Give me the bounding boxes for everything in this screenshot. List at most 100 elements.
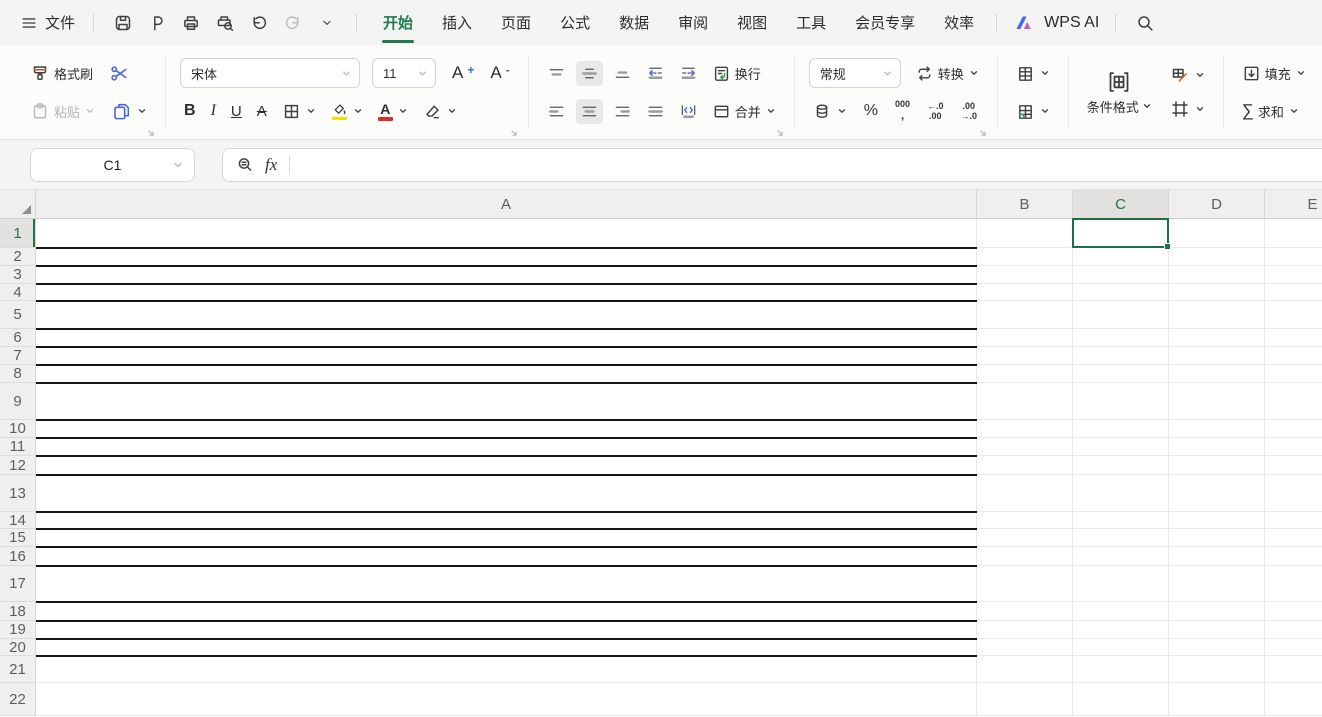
bold-button[interactable]: B: [180, 100, 200, 122]
cell-B1[interactable]: [977, 219, 1073, 248]
cell-A21[interactable]: [36, 656, 977, 683]
cell-A20[interactable]: [36, 639, 977, 656]
cell-C1[interactable]: [1073, 219, 1169, 248]
cell-D3[interactable]: [1169, 266, 1265, 284]
cell-C22[interactable]: [1073, 683, 1169, 716]
cell-B22[interactable]: [977, 683, 1073, 716]
increase-indent-button[interactable]: [675, 61, 702, 86]
cell-D17[interactable]: [1169, 566, 1265, 602]
cell-B3[interactable]: [977, 266, 1073, 284]
cell-B2[interactable]: [977, 248, 1073, 266]
worksheet-button[interactable]: [1012, 99, 1054, 124]
cell-A14[interactable]: [36, 512, 977, 529]
row-header-1[interactable]: 1: [0, 219, 36, 248]
cell-E22[interactable]: [1265, 683, 1322, 716]
search-button[interactable]: [1131, 9, 1159, 37]
cell-A10[interactable]: [36, 420, 977, 438]
thousands-format-button[interactable]: 000 ,: [891, 96, 914, 126]
cell-C14[interactable]: [1073, 512, 1169, 529]
cell-A8[interactable]: [36, 365, 977, 383]
shrink-font-button[interactable]: A-: [486, 60, 513, 86]
row-header-12[interactable]: 12: [0, 456, 36, 475]
tab-page[interactable]: 页面: [491, 8, 541, 37]
cell-C7[interactable]: [1073, 347, 1169, 365]
row-header-22[interactable]: 22: [0, 683, 36, 716]
row-header-8[interactable]: 8: [0, 365, 36, 383]
underline-button[interactable]: U: [227, 101, 246, 122]
tab-formula[interactable]: 公式: [550, 8, 600, 37]
cell-E16[interactable]: [1265, 547, 1322, 566]
increase-decimal-button[interactable]: ←.0 .00: [923, 98, 948, 125]
align-right-button[interactable]: [609, 99, 636, 124]
cell-A19[interactable]: [36, 621, 977, 639]
cell-D4[interactable]: [1169, 284, 1265, 301]
merge-cells-button[interactable]: 合并: [708, 99, 780, 124]
table-style-button[interactable]: [1166, 96, 1209, 122]
cell-B10[interactable]: [977, 420, 1073, 438]
file-menu-button[interactable]: 文件: [14, 8, 81, 37]
cell-B14[interactable]: [977, 512, 1073, 529]
row-header-9[interactable]: 9: [0, 383, 36, 420]
cell-A13[interactable]: [36, 475, 977, 512]
fx-icon[interactable]: fx: [265, 155, 277, 175]
cell-E8[interactable]: [1265, 365, 1322, 383]
cell-B17[interactable]: [977, 566, 1073, 602]
cell-A2[interactable]: [36, 248, 977, 266]
tab-view[interactable]: 视图: [727, 8, 777, 37]
cell-E12[interactable]: [1265, 456, 1322, 475]
borders-button[interactable]: [278, 99, 320, 124]
cell-E6[interactable]: [1265, 329, 1322, 347]
formula-input[interactable]: fx: [222, 148, 1322, 182]
cell-E2[interactable]: [1265, 248, 1322, 266]
cell-C2[interactable]: [1073, 248, 1169, 266]
cell-C5[interactable]: [1073, 301, 1169, 329]
cell-C12[interactable]: [1073, 456, 1169, 475]
cell-D20[interactable]: [1169, 639, 1265, 656]
cell-B7[interactable]: [977, 347, 1073, 365]
cell-E1[interactable]: [1265, 219, 1322, 248]
cell-B11[interactable]: [977, 438, 1073, 456]
cell-C19[interactable]: [1073, 621, 1169, 639]
cell-D9[interactable]: [1169, 383, 1265, 420]
cell-D22[interactable]: [1169, 683, 1265, 716]
column-header-B[interactable]: B: [977, 190, 1073, 219]
text-spacing-button[interactable]: [675, 99, 702, 124]
cell-D13[interactable]: [1169, 475, 1265, 512]
copy-button[interactable]: [107, 98, 151, 125]
row-header-3[interactable]: 3: [0, 266, 36, 284]
cell-A12[interactable]: [36, 456, 977, 475]
cell-C15[interactable]: [1073, 529, 1169, 547]
group-expander-icon[interactable]: [978, 128, 988, 138]
cell-B12[interactable]: [977, 456, 1073, 475]
cell-C13[interactable]: [1073, 475, 1169, 512]
row-header-13[interactable]: 13: [0, 475, 36, 512]
cell-D1[interactable]: [1169, 219, 1265, 248]
group-expander-icon[interactable]: [146, 128, 156, 138]
redo-button[interactable]: [279, 9, 307, 37]
justify-button[interactable]: [642, 99, 669, 124]
cell-B19[interactable]: [977, 621, 1073, 639]
cell-B6[interactable]: [977, 329, 1073, 347]
cell-D19[interactable]: [1169, 621, 1265, 639]
tab-review[interactable]: 审阅: [668, 8, 718, 37]
cell-D2[interactable]: [1169, 248, 1265, 266]
row-header-6[interactable]: 6: [0, 329, 36, 347]
cell-E20[interactable]: [1265, 639, 1322, 656]
column-header-D[interactable]: D: [1169, 190, 1265, 219]
cell-E21[interactable]: [1265, 656, 1322, 683]
group-expander-icon[interactable]: [509, 128, 519, 138]
rows-columns-button[interactable]: [1012, 61, 1054, 86]
cell-D14[interactable]: [1169, 512, 1265, 529]
row-header-20[interactable]: 20: [0, 639, 36, 656]
cell-A3[interactable]: [36, 266, 977, 284]
cell-C20[interactable]: [1073, 639, 1169, 656]
wrap-text-button[interactable]: 换行: [708, 61, 765, 86]
cell-B15[interactable]: [977, 529, 1073, 547]
cell-E10[interactable]: [1265, 420, 1322, 438]
cell-B21[interactable]: [977, 656, 1073, 683]
cell-A7[interactable]: [36, 347, 977, 365]
number-format-select[interactable]: 常规: [809, 58, 901, 88]
row-header-18[interactable]: 18: [0, 602, 36, 621]
row-header-11[interactable]: 11: [0, 438, 36, 456]
tab-efficiency[interactable]: 效率: [934, 8, 984, 37]
